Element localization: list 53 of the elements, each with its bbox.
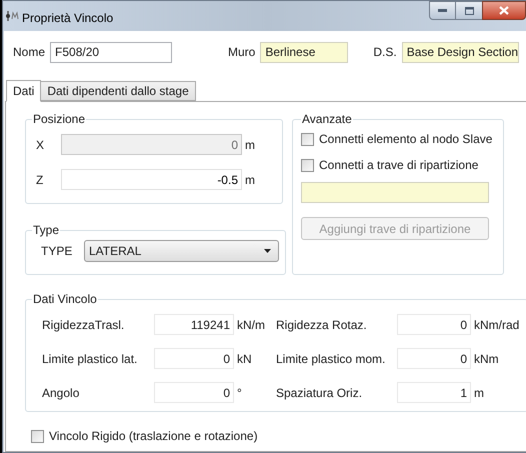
group-title: Posizione <box>32 111 86 128</box>
text-field[interactable] <box>301 182 489 203</box>
field-label: Limite plastico mom. <box>276 350 386 368</box>
number-field[interactable]: 119241 <box>154 314 234 335</box>
number-field[interactable]: -0.5 <box>61 169 242 190</box>
checkbox[interactable] <box>301 158 314 172</box>
number-field[interactable]: 0 <box>154 348 234 369</box>
group-title: Dati Vincolo <box>32 291 98 308</box>
field-label: Muro <box>228 44 256 61</box>
close-button[interactable] <box>482 1 526 20</box>
type-dropdown[interactable]: LATERAL <box>84 240 279 262</box>
number-field[interactable]: 1 <box>397 382 471 403</box>
unit-label: ° <box>236 384 243 402</box>
field-label: X <box>35 136 46 154</box>
group-title: Type <box>32 222 60 239</box>
checkbox-label: Connetti elemento al nodo Slave <box>319 131 492 148</box>
text-field[interactable]: Berlinese <box>260 42 348 62</box>
unit-label: kN <box>236 350 253 368</box>
checkbox[interactable] <box>301 132 314 146</box>
checkbox-label: Vincolo Rigido (traslazione e rotazione) <box>49 428 258 445</box>
number-field[interactable]: 0 <box>397 314 471 335</box>
checkbox-label: Connetti a trave di ripartizione <box>319 157 478 174</box>
unit-label: kNm <box>473 350 500 368</box>
field-label: Limite plastico lat. <box>41 350 138 368</box>
field-label: Z <box>35 172 44 188</box>
field-label: Spaziatura Oriz. <box>276 384 364 402</box>
checkbox[interactable] <box>31 430 44 442</box>
app-icon <box>5 11 19 21</box>
unit-label: kNm/rad <box>473 316 520 334</box>
text-field[interactable]: F508/20 <box>50 42 172 62</box>
unit-label: kN/m <box>236 316 266 334</box>
group-title: Avanzate <box>301 111 353 128</box>
window-title: Proprietà Vincolo <box>22 10 114 27</box>
text-field[interactable]: Base Design Section <box>402 42 519 62</box>
caret-icon <box>264 249 271 253</box>
field-label: TYPE <box>41 243 74 260</box>
unit-label: m <box>245 136 255 154</box>
field-label: RigidezzaTrasl. <box>41 316 126 334</box>
minimize-button[interactable] <box>429 1 456 20</box>
number-field[interactable]: 0 <box>397 348 471 369</box>
field-label: Angolo <box>41 384 80 402</box>
tab[interactable]: Dati <box>6 80 42 102</box>
unit-label: m <box>473 384 485 402</box>
tab[interactable]: Dati dipendenti dallo stage <box>40 81 196 101</box>
number-field[interactable]: 0 <box>154 382 234 403</box>
minimize-icon <box>438 9 447 12</box>
close-icon <box>499 6 509 15</box>
field-label: Rigidezza Rotaz. <box>276 316 368 334</box>
field-label: D.S. <box>373 44 397 61</box>
maximize-icon <box>464 6 474 14</box>
maximize-button[interactable] <box>456 1 482 20</box>
unit-label: m <box>245 172 255 188</box>
field-label: Nome <box>13 44 46 61</box>
